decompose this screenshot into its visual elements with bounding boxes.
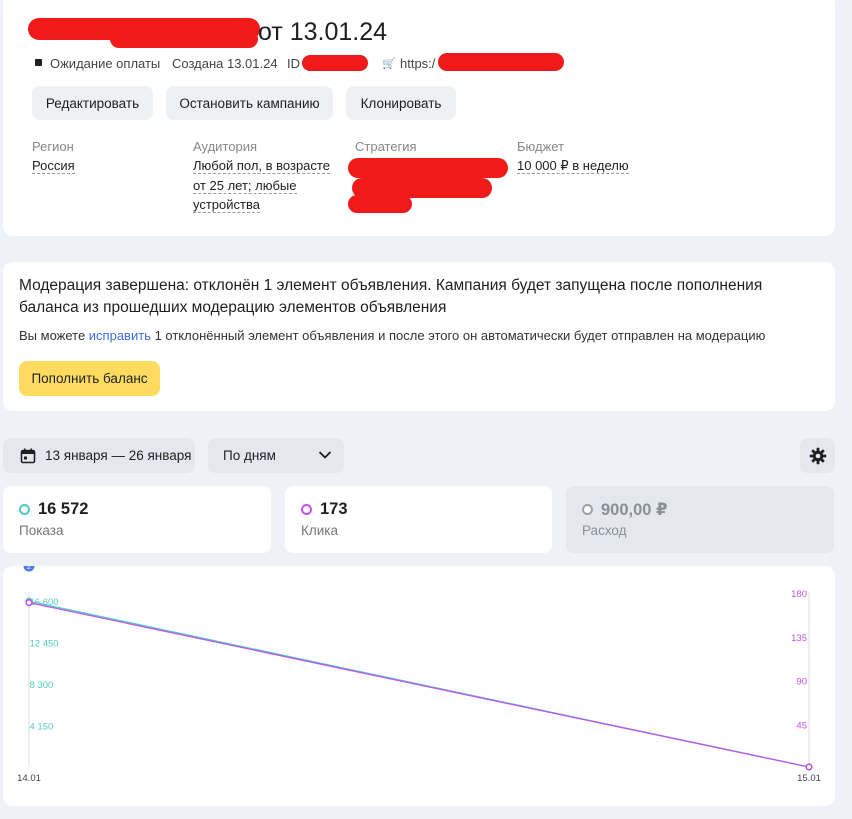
- campaign-url[interactable]: https:/: [400, 56, 435, 71]
- metric-clicks[interactable]: 173 Клика: [285, 486, 552, 553]
- right-tick-label: 180: [791, 589, 807, 600]
- cart-icon: 🛒: [382, 58, 396, 70]
- left-tick-label: 4 150: [30, 722, 54, 733]
- x-tick-label: 15.01: [797, 773, 821, 784]
- calendar-icon: [20, 448, 36, 463]
- right-tick-label: 45: [796, 720, 807, 731]
- created-date: Создана 13.01.24: [172, 56, 278, 71]
- page-title: от 13.01.24: [258, 18, 388, 46]
- x-tick-label: 14.01: [17, 773, 41, 784]
- status-text: Ожидание оплаты: [50, 56, 161, 71]
- marker-badge-label: 2: [27, 566, 31, 571]
- clicks-dot: [301, 504, 312, 515]
- moderation-text-after: 1 отклонённый элемент объявления и после…: [150, 328, 766, 343]
- data-point: [805, 763, 813, 771]
- chevron-down-icon: [318, 451, 332, 459]
- left-tick-label: 12 450: [30, 639, 59, 650]
- audience-value[interactable]: Любой пол, в возрасте от 25 лет; любые у…: [193, 156, 330, 215]
- series-line: [28, 602, 810, 768]
- audience-label: Аудитория: [193, 139, 258, 154]
- budget-link[interactable]: 10 000 ₽ в неделю: [517, 158, 629, 174]
- moderation-text: Вы можете исправить 1 отклонённый элемен…: [19, 328, 765, 343]
- stop-campaign-button[interactable]: Остановить кампанию: [166, 86, 333, 120]
- budget-label: Бюджет: [517, 139, 565, 154]
- right-tick-label: 135: [791, 633, 807, 644]
- strategy-label: Стратегия: [355, 139, 417, 154]
- region-value[interactable]: Россия: [32, 156, 75, 176]
- budget-value[interactable]: 10 000 ₽ в неделю: [517, 156, 629, 176]
- region-link[interactable]: Россия: [32, 158, 75, 174]
- impressions-dot: [19, 504, 30, 515]
- date-range-picker[interactable]: 13 января — 26 января: [3, 438, 195, 473]
- right-tick-label: 90: [796, 677, 807, 688]
- clone-button[interactable]: Клонировать: [346, 86, 456, 120]
- audience-line-1[interactable]: Любой пол, в возрасте: [193, 158, 330, 174]
- spend-value: 900,00 ₽: [601, 501, 668, 519]
- topup-balance-button[interactable]: Пополнить баланс: [19, 361, 160, 396]
- spend-label: Расход: [582, 523, 627, 538]
- redacted-strategy-3: [348, 195, 412, 213]
- audience-line-3[interactable]: устройства: [193, 197, 260, 213]
- redacted-title-part: [110, 30, 258, 48]
- spend-dot: [582, 504, 593, 515]
- id-label: ID: [287, 56, 300, 71]
- edit-button[interactable]: Редактировать: [32, 86, 153, 120]
- stats-chart: 16 600 12 450 8 300 4 150 180 135 90 45 2 14.01 15…: [3, 566, 835, 806]
- fix-link[interactable]: исправить: [89, 328, 151, 343]
- data-point: [25, 599, 33, 607]
- moderation-card: Модерация завершена: отклонён 1 элемент …: [3, 262, 835, 411]
- date-range-label: 13 января — 26 января: [45, 448, 192, 463]
- metric-impressions[interactable]: 16 572 Показа: [3, 486, 271, 553]
- grouping-label: По дням: [223, 448, 276, 463]
- clicks-value: 173: [320, 500, 348, 518]
- clicks-label: Клика: [301, 523, 338, 538]
- impressions-label: Показа: [19, 523, 64, 538]
- redacted-url: [438, 53, 564, 71]
- audience-line-2[interactable]: от 25 лет; любые: [193, 177, 297, 194]
- redacted-strategy-1: [348, 158, 508, 178]
- chart-svg: 16 60012 4508 3004 1501801359045214.01 15…: [17, 566, 821, 784]
- metric-spend[interactable]: 900,00 ₽ Расход: [566, 486, 834, 553]
- redacted-id: [302, 55, 368, 71]
- status-indicator: [35, 59, 42, 66]
- region-label: Регион: [32, 139, 74, 154]
- moderation-title: Модерация завершена: отклонён 1 элемент …: [19, 277, 763, 316]
- grouping-select[interactable]: По дням: [208, 438, 344, 473]
- settings-button[interactable]: [800, 438, 835, 473]
- moderation-text-before: Вы можете: [19, 328, 89, 343]
- gear-icon: [809, 447, 826, 464]
- impressions-value: 16 572: [38, 500, 89, 518]
- left-tick-label: 8 300: [30, 680, 54, 691]
